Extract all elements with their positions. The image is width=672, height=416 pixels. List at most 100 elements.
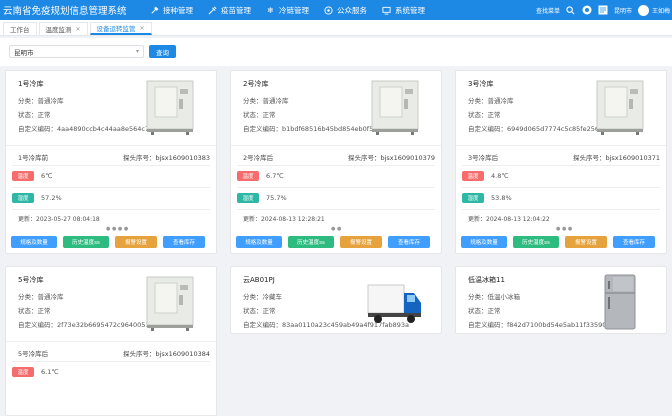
humidity-reading: 湿度 53.8% <box>462 193 512 203</box>
card-title[interactable]: 1号冷库 <box>18 79 43 89</box>
search-icon[interactable] <box>566 5 576 15</box>
tab-label: 工作台 <box>10 26 30 34</box>
card-category-label: 分类： <box>243 97 263 105</box>
card-header: 2号冷库 分类：普通冷库 状态：正常 自定义编码：b1bdf68516b45bd854… <box>231 71 441 145</box>
notification-icon[interactable] <box>582 5 592 15</box>
nav-cold-chain[interactable]: ❄ 冷链管理 <box>266 5 309 16</box>
tab-temperature-monitor[interactable]: 温度监测 ✕ <box>38 22 88 35</box>
top-right-area: 查找菜单 昆明市 王如梅 <box>536 0 670 20</box>
view-stock-button[interactable]: 查看库存 <box>613 236 655 248</box>
equipment-card: 2号冷库 分类：普通冷库 状态：正常 自定义编码：b1bdf68516b45bd854… <box>230 70 442 254</box>
probe-id-value: bjsx1609010379 <box>380 154 435 162</box>
card-header: 3号冷库 分类：普通冷库 状态：正常 自定义编码：6949d065d7774c5c85… <box>456 71 666 145</box>
divider <box>462 165 660 166</box>
current-city[interactable]: 昆明市 <box>614 6 632 15</box>
card-category: 分类：普通冷库 <box>243 95 289 105</box>
humidity-reading: 湿度 57.2% <box>12 193 62 203</box>
nav-vaccine[interactable]: 疫苗管理 <box>208 5 251 16</box>
card-status-label: 状态： <box>243 111 263 119</box>
city-select[interactable]: 昆明市 ▾ <box>9 45 144 58</box>
probe-row: 2号冷库后 探头序号：bjsx1609010379 <box>243 152 435 162</box>
card-code-label: 自定义编码： <box>18 125 57 133</box>
humidity-value: 57.2% <box>41 194 62 202</box>
view-stock-button[interactable]: 查看库存 <box>388 236 430 248</box>
card-header: 云AB01PJ 分类：冷藏车 状态：正常 自定义编码：83aa0110a23c459a… <box>231 267 441 333</box>
close-icon[interactable]: ✕ <box>76 26 81 33</box>
refrigerator-image <box>591 273 649 331</box>
spec-quantity-button[interactable]: 规格及数量 <box>11 236 57 248</box>
card-title[interactable]: 云AB01PJ <box>243 275 275 285</box>
probe-id-value: bjsx1609010383 <box>155 154 210 162</box>
probe-id-value: bjsx1609010371 <box>605 154 660 162</box>
probe-id: 探头序号：bjsx1609010379 <box>348 152 435 162</box>
monitor-icon <box>382 6 391 15</box>
view-stock-button[interactable]: 查看库存 <box>163 236 205 248</box>
update-time: 更新：2023-05-27 08:04:18 <box>18 214 100 223</box>
user-name[interactable]: 王如梅 <box>652 6 670 15</box>
history-temperature-button[interactable]: 历史温度ss <box>513 236 559 248</box>
nav-label: 公众服务 <box>337 5 367 15</box>
tab-equipment-supervision[interactable]: 设备运转监管 ✕ <box>89 22 152 35</box>
avatar[interactable] <box>637 4 649 16</box>
temperature-value: 6.1℃ <box>41 368 59 376</box>
carousel-dots[interactable]: ● ● ● <box>556 226 572 232</box>
card-title[interactable]: 低温冰箱11 <box>468 275 505 285</box>
card-category: 分类：冷藏车 <box>243 291 282 301</box>
probe-id: 探头序号：bjsx1609010384 <box>123 348 210 358</box>
card-status-value: 正常 <box>37 111 51 119</box>
search-menu-link[interactable]: 查找菜单 <box>536 6 560 15</box>
card-status-label: 状态： <box>18 307 38 315</box>
card-title[interactable]: 5号冷库 <box>18 275 43 285</box>
card-title[interactable]: 3号冷库 <box>468 79 493 89</box>
divider <box>237 187 435 188</box>
probe-panel: 2号冷库后 探头序号：bjsx1609010379 温度 6.7℃ 湿度 75.7% 更新：… <box>231 145 441 237</box>
probe-panel: 5号冷库后 探头序号：bjsx1609010384 温度 6.1℃ <box>6 341 216 415</box>
divider <box>12 209 210 210</box>
card-category-label: 分类： <box>18 293 38 301</box>
equipment-card: 1号冷库 分类：普通冷库 状态：正常 自定义编码：4aa4890ccb4c44aa8e… <box>5 70 217 254</box>
message-icon[interactable] <box>598 5 608 15</box>
temperature-value: 6.7℃ <box>266 172 284 180</box>
card-category: 分类：普通冷库 <box>18 291 64 301</box>
nav-system[interactable]: 系统管理 <box>382 5 425 16</box>
divider <box>237 165 435 166</box>
query-button[interactable]: 查询 <box>149 45 176 58</box>
carousel-dots[interactable]: ● ● ● ● <box>106 226 128 232</box>
update-time: 更新：2024-08-13 12:04:22 <box>468 214 550 223</box>
card-status: 状态：正常 <box>18 305 51 315</box>
carousel-dots[interactable]: ● ● <box>331 226 341 232</box>
probe-id-label: 探头序号： <box>122 350 156 358</box>
humidity-reading: 湿度 75.7% <box>237 193 287 203</box>
tab-workbench[interactable]: 工作台 <box>3 22 37 35</box>
history-temperature-button[interactable]: 历史温度ss <box>63 236 109 248</box>
nav-public-service[interactable]: 公众服务 <box>324 5 367 16</box>
probe-panel: 1号冷库前 探头序号：bjsx1609010383 温度 6℃ 湿度 57.2% 更新：20… <box>6 145 216 237</box>
card-category: 分类：普通冷库 <box>468 95 514 105</box>
alarm-settings-button[interactable]: 报警设置 <box>115 236 157 248</box>
city-select-value: 昆明市 <box>14 48 34 57</box>
card-category-label: 分类： <box>468 97 488 105</box>
close-icon[interactable]: ✕ <box>140 25 145 32</box>
equipment-card: 3号冷库 分类：普通冷库 状态：正常 自定义编码：6949d065d7774c5c85… <box>455 70 667 254</box>
spec-quantity-button[interactable]: 规格及数量 <box>461 236 507 248</box>
card-status-value: 正常 <box>37 307 51 315</box>
alarm-settings-button[interactable]: 报警设置 <box>340 236 382 248</box>
card-header: 低温冰箱11 分类：低温小冰箱 状态：正常 自定义编码：f842d7100bd54e5… <box>456 267 666 333</box>
card-title[interactable]: 2号冷库 <box>243 79 268 89</box>
card-status-value: 正常 <box>262 307 276 315</box>
main-nav: 接种管理 疫苗管理 ❄ 冷链管理 公众服务 系统管理 <box>150 5 440 16</box>
card-category-label: 分类： <box>18 97 38 105</box>
card-status-label: 状态： <box>18 111 38 119</box>
history-temperature-button[interactable]: 历史温度ss <box>288 236 334 248</box>
nav-vaccination[interactable]: 接种管理 <box>150 5 193 16</box>
action-buttons: 规格及数量 历史温度ss 报警设置 查看库存 <box>461 236 661 248</box>
card-header: 1号冷库 分类：普通冷库 状态：正常 自定义编码：4aa4890ccb4c44aa8e… <box>6 71 216 145</box>
tab-label: 设备运转监管 <box>96 25 136 33</box>
spec-quantity-button[interactable]: 规格及数量 <box>236 236 282 248</box>
alarm-settings-button[interactable]: 报警设置 <box>565 236 607 248</box>
update-label: 更新： <box>468 216 487 223</box>
card-category-value: 普通冷库 <box>487 97 514 105</box>
refrigerated-truck-image <box>366 273 424 331</box>
divider <box>12 361 210 362</box>
card-code: 自定义编码：2f73e32b6695472c9640051e8 <box>18 319 158 329</box>
